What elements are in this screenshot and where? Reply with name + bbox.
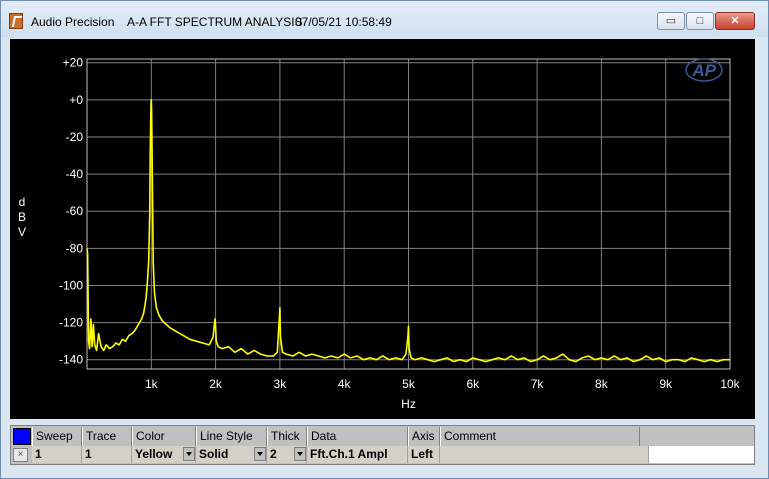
x-tick-label: 6k bbox=[466, 377, 480, 391]
header-axis[interactable]: Axis bbox=[408, 427, 440, 446]
color-dropdown-icon[interactable] bbox=[183, 447, 195, 461]
minimize-button[interactable]: ▭ bbox=[657, 12, 685, 30]
comment-input[interactable] bbox=[649, 446, 754, 463]
header-trace[interactable]: Trace bbox=[82, 427, 132, 446]
x-tick-label: 5k bbox=[402, 377, 416, 391]
trace-legend-table[interactable]: Sweep Trace Color Line Style Thick Data … bbox=[10, 425, 755, 465]
y-tick-label: -120 bbox=[59, 316, 83, 330]
ap-logo: AP bbox=[691, 61, 716, 80]
spectrum-chart: +20 +0 -20 -40 -60 -80 -100 -120 -140 1k 2k 3k 4k 5k 6… bbox=[18, 56, 741, 411]
header-comment[interactable]: Comment bbox=[440, 427, 640, 446]
y-tick-label: +0 bbox=[69, 93, 83, 107]
app-logo-icon[interactable] bbox=[9, 13, 23, 29]
header-sweep[interactable]: Sweep bbox=[32, 427, 82, 446]
timestamp: 07/05/21 10:58:49 bbox=[295, 15, 392, 29]
y-tick-label: -80 bbox=[66, 241, 84, 255]
close-button[interactable]: ✕ bbox=[715, 12, 755, 30]
y-tick-label: +20 bbox=[63, 56, 84, 70]
cell-trace[interactable]: 1 bbox=[82, 446, 132, 463]
y-axis-label-letter: d bbox=[19, 195, 26, 209]
trace-enable-checkbox[interactable]: × bbox=[13, 448, 28, 462]
header-data[interactable]: Data bbox=[307, 427, 408, 446]
thick-dropdown-icon[interactable] bbox=[294, 447, 306, 461]
y-axis-label-letter: V bbox=[18, 225, 26, 239]
x-tick-label: 3k bbox=[274, 377, 288, 391]
spectrum-graph[interactable]: +20 +0 -20 -40 -60 -80 -100 -120 -140 1k 2k 3k 4k 5k 6… bbox=[10, 39, 755, 419]
x-tick-label: 9k bbox=[659, 377, 673, 391]
x-tick-label: 2k bbox=[209, 377, 223, 391]
header-line-style[interactable]: Line Style bbox=[196, 427, 267, 446]
cell-comment[interactable] bbox=[440, 446, 649, 463]
title-bar[interactable]: Audio Precision A-A FFT SPECTRUM ANALYSI… bbox=[1, 1, 768, 37]
x-tick-label: 8k bbox=[595, 377, 609, 391]
cell-axis[interactable]: Left bbox=[408, 446, 440, 463]
maximize-button[interactable]: □ bbox=[686, 12, 714, 30]
y-tick-label: -60 bbox=[66, 204, 84, 218]
legend-color-swatch[interactable] bbox=[13, 428, 31, 445]
x-tick-label: 1k bbox=[145, 377, 159, 391]
x-tick-label: 10k bbox=[720, 377, 740, 391]
y-tick-label: -140 bbox=[59, 353, 83, 367]
graph-title: A-A FFT SPECTRUM ANALYSIS bbox=[127, 15, 303, 29]
cell-sweep[interactable]: 1 bbox=[32, 446, 82, 463]
y-tick-label: -20 bbox=[66, 130, 84, 144]
line-style-dropdown-icon[interactable] bbox=[254, 447, 266, 461]
header-thick[interactable]: Thick bbox=[267, 427, 307, 446]
y-tick-label: -100 bbox=[59, 278, 83, 292]
y-axis-label-letter: B bbox=[18, 210, 26, 224]
cell-data[interactable]: Fft.Ch.1 Ampl bbox=[307, 446, 408, 463]
application-window: Audio Precision A-A FFT SPECTRUM ANALYSI… bbox=[0, 0, 769, 479]
y-tick-label: -40 bbox=[66, 167, 84, 181]
app-name: Audio Precision bbox=[31, 15, 115, 29]
header-color[interactable]: Color bbox=[132, 427, 196, 446]
x-tick-label: 7k bbox=[531, 377, 545, 391]
x-tick-label: 4k bbox=[338, 377, 352, 391]
x-axis-label: Hz bbox=[401, 397, 416, 411]
